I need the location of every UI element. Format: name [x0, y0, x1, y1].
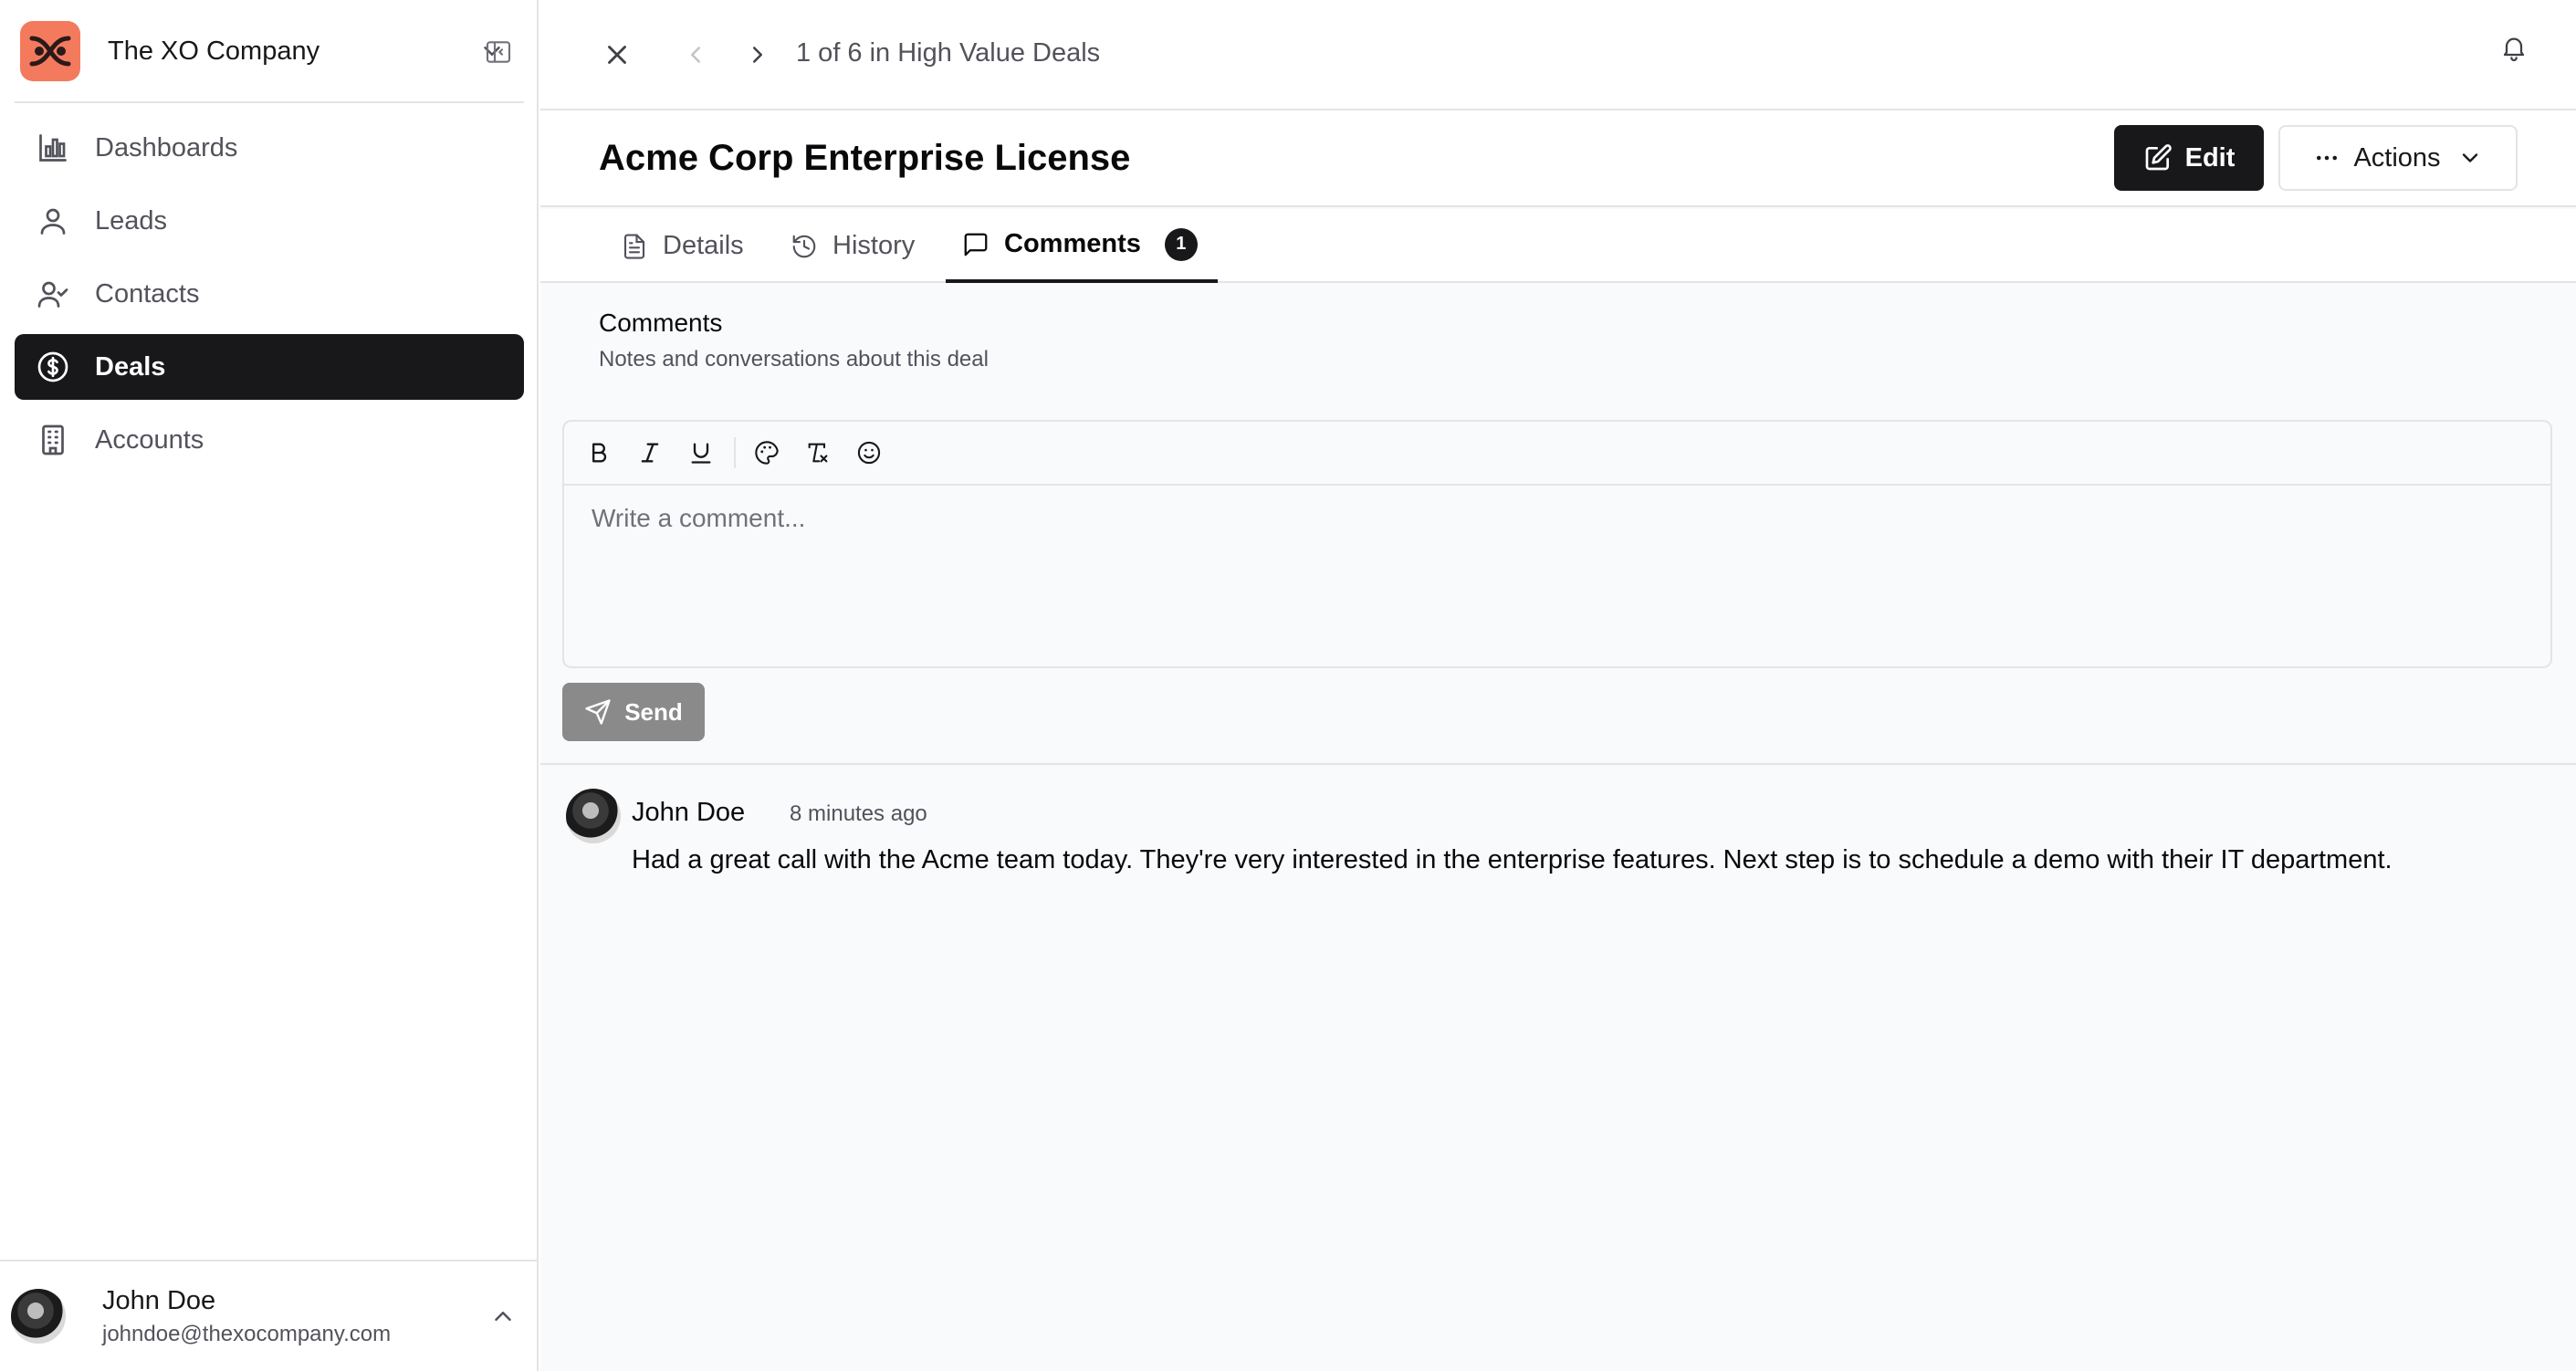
building-icon	[35, 422, 71, 458]
italic-button[interactable]	[630, 433, 670, 473]
notifications-button[interactable]	[2494, 27, 2534, 68]
sidebar-item-label: Deals	[95, 351, 166, 382]
user-menu[interactable]: John Doe johndoe@thexocompany.com	[0, 1260, 539, 1371]
section-subtitle: Notes and conversations about this deal	[599, 347, 989, 372]
chevron-left-icon	[691, 47, 700, 63]
tab-history[interactable]: History	[791, 209, 915, 283]
previous-record-button[interactable]	[675, 35, 716, 75]
toolbar-divider	[734, 437, 736, 468]
tab-comments[interactable]: Comments 1	[946, 209, 1218, 283]
comment-timestamp: 8 minutes ago	[790, 801, 927, 826]
chevron-up-icon	[495, 1312, 511, 1321]
editor-toolbar	[564, 422, 2550, 486]
text-color-button[interactable]	[747, 433, 787, 473]
chart-icon	[35, 130, 71, 166]
sidebar-item-label: Leads	[95, 205, 168, 235]
edit-icon	[2145, 144, 2172, 171]
edit-button-label: Edit	[2184, 142, 2236, 173]
tab-bar: Details History Comments 1	[540, 209, 2576, 283]
sidebar-item-label: Contacts	[95, 278, 200, 309]
send-icon	[585, 699, 611, 725]
actions-button-label: Actions	[2353, 142, 2441, 173]
sidebar-nav: Dashboards Leads Contacts Deals Accounts	[15, 115, 524, 480]
emoji-button[interactable]	[849, 433, 889, 473]
message-square-icon	[964, 233, 988, 256]
chevron-right-icon	[753, 47, 762, 63]
more-horizontal-icon	[2317, 155, 2338, 161]
sidebar-item-label: Dashboards	[95, 132, 238, 162]
sidebar-item-leads[interactable]: Leads	[15, 188, 524, 254]
record-pager-text: 1 of 6 in High Value Deals	[796, 38, 1101, 68]
bold-button[interactable]	[579, 433, 619, 473]
page-title: Acme Corp Enterprise License	[599, 138, 1131, 178]
sidebar-item-dashboards[interactable]: Dashboards	[15, 115, 524, 181]
bell-icon	[2503, 37, 2525, 62]
detail-topbar: 1 of 6 in High Value Deals	[540, 0, 2576, 110]
comment-author: John Doe	[632, 798, 746, 827]
underline-icon	[691, 443, 711, 464]
bold-icon	[592, 443, 607, 463]
section-title: Comments	[599, 309, 723, 337]
underline-button[interactable]	[681, 433, 721, 473]
comment-editor	[562, 420, 2552, 668]
comment-text: Had a great call with the Acme team toda…	[632, 845, 2393, 874]
next-record-button[interactable]	[738, 35, 778, 75]
user-info: John Doe johndoe@thexocompany.com	[102, 1286, 489, 1347]
tab-details[interactable]: Details	[621, 209, 744, 283]
deal-header: Acme Corp Enterprise License Edit Action…	[540, 110, 2576, 207]
close-button[interactable]	[597, 35, 637, 75]
comment-input[interactable]	[564, 486, 2550, 666]
send-button-label: Send	[624, 697, 683, 726]
deal-detail-panel: 1 of 6 in High Value Deals Acme Corp Ent…	[540, 0, 2576, 1371]
italic-icon	[641, 443, 659, 463]
user-name: John Doe	[102, 1285, 216, 1315]
sidebar-item-accounts[interactable]: Accounts	[15, 407, 524, 473]
sidebar-item-contacts[interactable]: Contacts	[15, 261, 524, 327]
org-switcher[interactable]: The XO Company	[15, 15, 524, 88]
sidebar-divider	[15, 101, 524, 103]
file-text-icon	[623, 233, 645, 259]
palette-icon	[755, 441, 779, 465]
user-email: johndoe@thexocompany.com	[102, 1321, 392, 1346]
chevron-down-icon	[2462, 153, 2477, 162]
tab-label: Comments	[1004, 229, 1141, 258]
user-icon	[35, 203, 71, 239]
dollar-circle-icon	[35, 349, 71, 385]
user-check-icon	[35, 276, 71, 312]
sidebar-item-deals[interactable]: Deals	[15, 334, 524, 400]
sidebar-item-label: Accounts	[95, 424, 204, 455]
close-icon	[608, 46, 626, 64]
avatar	[11, 1289, 66, 1344]
comments-count-badge: 1	[1164, 227, 1198, 261]
sidebar-collapse-button[interactable]	[480, 34, 517, 70]
panel-left-icon	[486, 41, 511, 63]
smile-icon	[857, 441, 881, 465]
avatar	[566, 789, 621, 843]
actions-menu-button[interactable]: Actions	[2278, 125, 2518, 191]
xo-logo-icon	[29, 36, 71, 67]
divider	[540, 763, 2576, 765]
sidebar: The XO Company Dashboards Leads Contacts…	[0, 0, 539, 1371]
clear-formatting-button[interactable]	[798, 433, 838, 473]
org-name: The XO Company	[108, 36, 320, 66]
tab-label: History	[832, 231, 916, 260]
remove-formatting-icon	[808, 443, 828, 463]
tab-label: Details	[663, 231, 744, 260]
send-button[interactable]: Send	[562, 683, 705, 741]
org-logo	[20, 21, 80, 81]
history-icon	[792, 235, 816, 257]
edit-button[interactable]: Edit	[2114, 125, 2264, 191]
